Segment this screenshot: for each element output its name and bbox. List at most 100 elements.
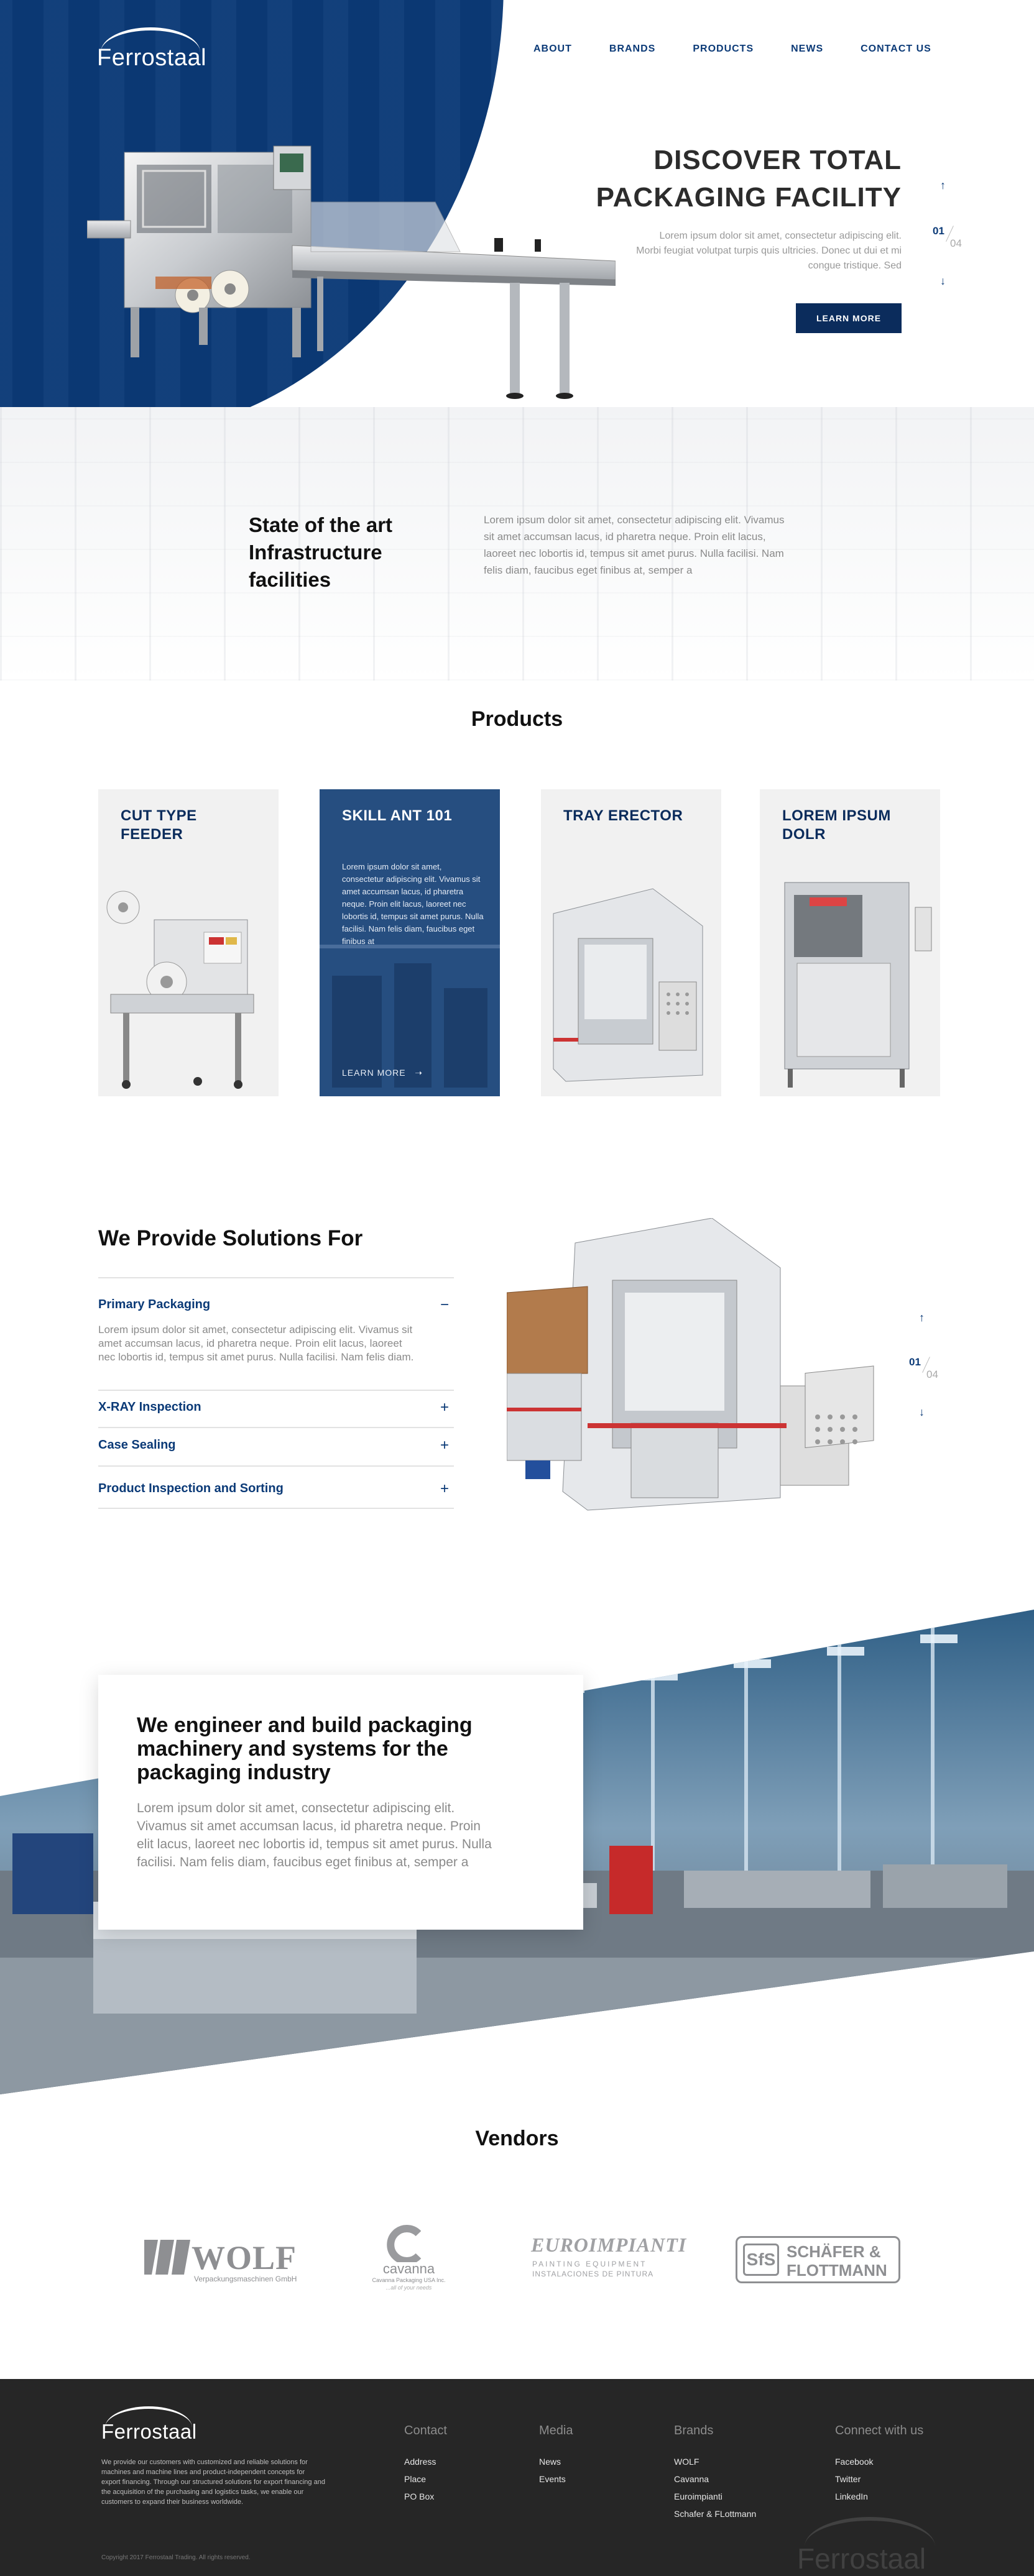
footer-col-contact: Contact Address Place PO Box bbox=[404, 2424, 447, 2505]
footer-link-euroimpianti[interactable]: Euroimpianti bbox=[674, 2488, 756, 2505]
arrow-down-icon[interactable]: ↓ bbox=[940, 275, 946, 288]
infrastructure-text: Lorem ipsum dolor sit amet, consectetur … bbox=[484, 514, 785, 576]
footer-col-brands: Brands WOLF Cavanna Euroimpianti Schafer… bbox=[674, 2424, 756, 2523]
arrow-up-icon[interactable]: ↑ bbox=[919, 1311, 925, 1324]
hero-description: Lorem ipsum dolor sit amet, consectetur … bbox=[636, 231, 902, 271]
footer-description: We provide our customers with customized… bbox=[101, 2459, 325, 2506]
product-card-skill-ant-101[interactable]: SKILL ANT 101 Lorem ipsum dolor sit amet… bbox=[320, 789, 500, 1096]
accordion-primary-packaging[interactable]: Primary Packaging − bbox=[98, 1296, 454, 1314]
solutions-slide-current: 01 bbox=[909, 1356, 921, 1368]
hero-title-line-2: PACKAGING FACILITY bbox=[596, 182, 902, 213]
plus-icon[interactable]: + bbox=[440, 1480, 449, 1498]
logo-wordmark: Ferrostaal bbox=[97, 45, 207, 71]
euroimpianti-name: EUROIMPIANTI bbox=[531, 2234, 687, 2256]
footer-heading: Connect with us bbox=[835, 2424, 924, 2437]
minus-icon[interactable]: − bbox=[440, 1296, 449, 1314]
tray-erector-image bbox=[553, 888, 703, 1082]
solutions-title: We Provide Solutions For bbox=[98, 1226, 363, 1250]
footer-link-linkedin[interactable]: LinkedIn bbox=[835, 2488, 923, 2505]
footer-link-schafer-flottmann[interactable]: Schafer & FLottmann bbox=[674, 2505, 756, 2523]
accordion-label: Primary Packaging bbox=[98, 1298, 211, 1311]
footer-link-cavanna[interactable]: Cavanna bbox=[674, 2470, 756, 2488]
main-nav: ABOUT BRANDS PRODUCTS NEWS CONTACT US bbox=[533, 44, 931, 55]
products-title: Products bbox=[471, 707, 563, 731]
footer-col-media: Media News Events bbox=[539, 2424, 573, 2488]
hero-slide-total: 04 bbox=[950, 237, 962, 249]
accordion-divider bbox=[98, 1277, 454, 1278]
footer-link-address[interactable]: Address bbox=[404, 2453, 447, 2470]
hero-title-line-1: DISCOVER TOTAL bbox=[653, 145, 902, 175]
hero-machine-image bbox=[87, 145, 616, 399]
schafer-mark-icon: SfS bbox=[743, 2244, 779, 2276]
footer-logo[interactable]: Ferrostaal bbox=[101, 2406, 201, 2450]
arrow-right-icon: ➝ bbox=[409, 1068, 423, 1078]
vendor-logo-euroimpianti[interactable]: EUROIMPIANTI PAINTING EQUIPMENT INSTALAC… bbox=[529, 2225, 686, 2293]
nav-news[interactable]: NEWS bbox=[791, 44, 823, 55]
footer-heading: Brands bbox=[674, 2424, 714, 2437]
footer-link-news[interactable]: News bbox=[539, 2453, 573, 2470]
footer-heading: Contact bbox=[404, 2424, 447, 2437]
footer-link-events[interactable]: Events bbox=[539, 2470, 573, 2488]
cavanna-tagline: ...all of your needs bbox=[385, 2285, 432, 2291]
footer-link-facebook[interactable]: Facebook bbox=[835, 2453, 923, 2470]
vendor-logo-wolf[interactable]: WOLF Verpackungsmaschinen GmbH bbox=[142, 2225, 300, 2293]
solutions-machine-image bbox=[507, 1218, 874, 1511]
footer-watermark-logo: Ferrostaal bbox=[797, 2517, 959, 2576]
cavanna-logo-mark bbox=[387, 2225, 422, 2265]
schafer-line-2: FLOTTMANN bbox=[787, 2261, 887, 2280]
euroimpianti-line-2: INSTALACIONES DE PINTURA bbox=[532, 2270, 654, 2278]
lorem-ipsum-machine-image bbox=[784, 882, 932, 1088]
nav-products[interactable]: PRODUCTS bbox=[693, 44, 754, 55]
accordion-label: Case Sealing bbox=[98, 1438, 176, 1452]
vendors-title: Vendors bbox=[475, 2127, 559, 2150]
vendor-logo-schafer-flottmann[interactable]: SfS SCHÄFER & FLOTTMANN bbox=[736, 2225, 900, 2293]
product-card-tray-erector[interactable]: TRAY ERECTOR bbox=[541, 789, 721, 1096]
cavanna-subtitle: Cavanna Packaging USA Inc. bbox=[372, 2277, 446, 2283]
footer-link-po-box[interactable]: PO Box bbox=[404, 2488, 447, 2505]
watermark-wordmark: Ferrostaal bbox=[797, 2542, 926, 2575]
vendor-logo-cavanna[interactable]: cavanna Cavanna Packaging USA Inc. ...al… bbox=[364, 2225, 454, 2293]
learn-more-label: LEARN MORE bbox=[342, 1068, 406, 1078]
product-card-text: Lorem ipsum dolor sit amet, consectetur … bbox=[342, 862, 484, 946]
solutions-slider-control: ↑ 01 04 ↓ bbox=[909, 1311, 940, 1423]
product-card-cut-type-feeder[interactable]: CUT TYPE FEEDER bbox=[98, 789, 279, 1096]
accordion-x-ray-inspection[interactable]: X-RAY Inspection + bbox=[98, 1399, 454, 1416]
arrow-down-icon[interactable]: ↓ bbox=[919, 1406, 925, 1419]
accordion-divider bbox=[98, 1465, 454, 1467]
ferrostaal-logo[interactable]: Ferrostaal bbox=[97, 27, 215, 77]
plus-icon[interactable]: + bbox=[440, 1399, 449, 1416]
footer: Ferrostaal We provide our customers with… bbox=[0, 2379, 1034, 2576]
schafer-line-1: SCHÄFER & bbox=[787, 2242, 881, 2261]
cavanna-name: cavanna bbox=[382, 2261, 435, 2276]
plus-icon[interactable]: + bbox=[440, 1437, 449, 1454]
engineer-title: We engineer and build packaging machiner… bbox=[137, 1713, 473, 1784]
wolf-name: WOLF bbox=[192, 2239, 297, 2276]
nav-contact-us[interactable]: CONTACT US bbox=[861, 44, 931, 55]
accordion-label: X-RAY Inspection bbox=[98, 1400, 201, 1414]
infrastructure-section: State of the art Infrastructure faciliti… bbox=[0, 407, 1034, 681]
product-card-learn-more-link[interactable]: LEARN MORE ➝ bbox=[342, 1068, 423, 1078]
accordion-case-sealing[interactable]: Case Sealing + bbox=[98, 1437, 454, 1454]
hero-slide-current: 01 bbox=[933, 225, 944, 237]
nav-brands[interactable]: BRANDS bbox=[609, 44, 655, 55]
accordion-divider bbox=[98, 1427, 454, 1428]
product-card-lorem-ipsum-dolr[interactable]: LOREM IPSUM DOLR bbox=[760, 789, 940, 1096]
nav-about[interactable]: ABOUT bbox=[533, 44, 572, 55]
arrow-up-icon[interactable]: ↑ bbox=[940, 179, 946, 192]
accordion-label: Product Inspection and Sorting bbox=[98, 1482, 284, 1495]
footer-heading: Media bbox=[539, 2424, 573, 2437]
footer-link-wolf[interactable]: WOLF bbox=[674, 2453, 756, 2470]
footer-logo-wordmark: Ferrostaal bbox=[101, 2420, 197, 2443]
footer-link-twitter[interactable]: Twitter bbox=[835, 2470, 923, 2488]
wolf-subtitle: Verpackungsmaschinen GmbH bbox=[194, 2275, 297, 2283]
accordion-product-inspection-sorting[interactable]: Product Inspection and Sorting + bbox=[98, 1480, 454, 1498]
product-card-title: SKILL ANT 101 bbox=[342, 807, 453, 824]
footer-link-place[interactable]: Place bbox=[404, 2470, 447, 2488]
footer-col-connect: Connect with us Facebook Twitter LinkedI… bbox=[835, 2424, 923, 2505]
engineer-text: Lorem ipsum dolor sit amet, consectetur … bbox=[137, 1801, 492, 1869]
cut-type-feeder-image bbox=[106, 891, 254, 1089]
hero-slider-control: ↑ 01 04 ↓ bbox=[933, 179, 964, 291]
hero-section: Ferrostaal ABOUT BRANDS PRODUCTS NEWS CO… bbox=[0, 0, 1034, 435]
hero-title: DISCOVER TOTAL PACKAGING FACILITY bbox=[596, 142, 902, 216]
hero-learn-more-button[interactable]: LEARN MORE bbox=[796, 303, 902, 333]
